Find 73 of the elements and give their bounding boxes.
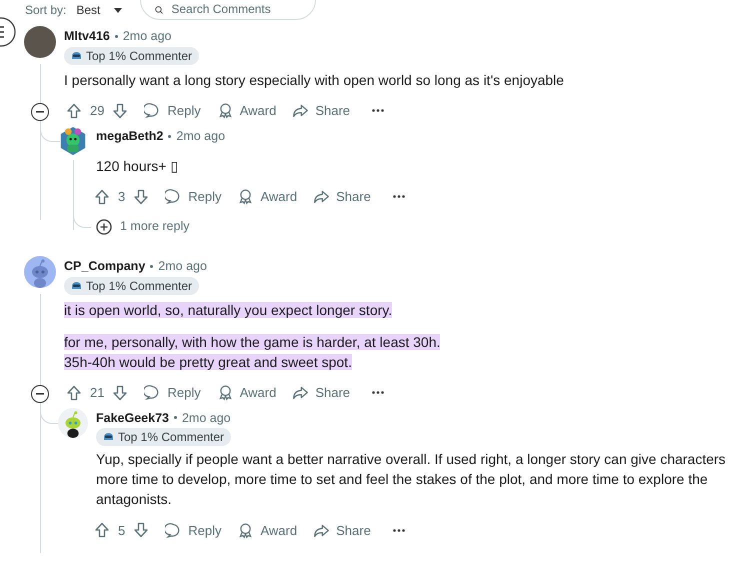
avatar-icon: [58, 408, 88, 438]
share-arrow-icon: [292, 102, 310, 120]
ellipsis-icon: [392, 195, 405, 198]
speech-bubble-icon: [165, 188, 182, 206]
minus-icon: [36, 110, 44, 113]
timestamp: 2mo ago: [176, 128, 226, 145]
award-icon: [237, 522, 254, 539]
action-button[interactable]: Award: [210, 378, 282, 406]
comment-text: Yup, specially if people want a better narrative overall. If used right, a longer story can give characters more time to develop, more time to set and feel the stakes of the plot, and more time to explore the antagonists.: [96, 450, 727, 510]
ellipsis-icon: [392, 528, 405, 532]
badge-icon: [103, 432, 114, 442]
action-button[interactable]: Reply: [159, 516, 228, 544]
action-button[interactable]: Share: [307, 182, 377, 211]
badge-icon: [71, 50, 82, 61]
comment-text: I personally want a long story especially with open world so long as it's enjoyable: [64, 70, 565, 90]
avatar-photo-placeholder: [24, 26, 56, 58]
speech-bubble-icon: [165, 522, 182, 539]
award-icon: [237, 188, 254, 206]
up-arrow-icon: [66, 384, 82, 400]
ellipsis-icon: [372, 109, 384, 112]
action-button[interactable]: Share: [307, 516, 377, 544]
ellipsis-icon: [372, 391, 384, 394]
sort-label: Sort by:: [25, 3, 66, 17]
username[interactable]: Mltv416: [64, 27, 110, 46]
up-arrow-icon: [94, 522, 110, 538]
action-button[interactable]: Reply: [138, 96, 207, 125]
action-button[interactable]: Reply: [138, 378, 207, 406]
avatar-icon: [24, 256, 56, 288]
comment-text: it is open world, so, naturally you expect longer story.: [64, 300, 394, 320]
badge-icon: [71, 280, 82, 290]
comment-text: for me, personally, with how the game is harder, at least 30h. 35h-40h would be pretty great and sweet spot.: [64, 332, 442, 372]
up-arrow-icon: [66, 102, 82, 119]
action-button[interactable]: Award: [231, 516, 304, 544]
username[interactable]: FakeGeek73: [96, 408, 169, 428]
comment-text: 120 hours+ ▯: [96, 156, 180, 176]
down-arrow-icon: [133, 188, 150, 205]
vote-count: 5: [117, 522, 126, 540]
action-button[interactable]: Share: [286, 96, 356, 125]
down-arrow-icon: [133, 522, 150, 538]
timestamp: 2mo ago: [122, 28, 172, 45]
sort-dropdown[interactable]: Best: [76, 3, 122, 17]
up-arrow-icon: [94, 188, 110, 205]
award-icon: [216, 102, 234, 120]
more-replies-button[interactable]: 1 more reply: [96, 217, 190, 236]
share-arrow-icon: [292, 384, 310, 401]
award-icon: [216, 384, 234, 401]
avatar-icon: [58, 126, 88, 156]
timestamp: 2mo ago: [158, 258, 207, 275]
down-arrow-icon: [112, 102, 128, 119]
action-button[interactable]: Award: [210, 96, 282, 125]
search-input[interactable]: Search Comments: [171, 1, 302, 17]
vote-count: 21: [89, 384, 106, 402]
caret-icon: [114, 8, 122, 12]
action-button[interactable]: Share: [286, 378, 356, 406]
commenter-badge: Top 1% Commenter: [64, 276, 200, 294]
share-arrow-icon: [313, 188, 330, 206]
search-field[interactable]: Search Comments: [140, 0, 316, 20]
vote-count: 3: [117, 188, 126, 206]
username[interactable]: CP_Company: [64, 256, 146, 276]
commenter-badge: Top 1% Commenter: [64, 46, 200, 65]
action-button[interactable]: Award: [231, 182, 304, 211]
minus-icon: [36, 392, 44, 394]
vote-count: 29: [89, 102, 106, 120]
action-button[interactable]: Reply: [159, 182, 228, 211]
down-arrow-icon: [112, 384, 128, 400]
plus-circle-icon: [96, 218, 112, 235]
speech-bubble-icon: [144, 384, 162, 401]
collapse-button[interactable]: [31, 384, 49, 402]
timestamp: 2mo ago: [182, 410, 231, 427]
speech-bubble-icon: [144, 102, 162, 120]
commenter-badge: Top 1% Commenter: [96, 428, 232, 446]
username[interactable]: megaBeth2: [96, 126, 164, 146]
collapse-button[interactable]: [31, 102, 49, 121]
